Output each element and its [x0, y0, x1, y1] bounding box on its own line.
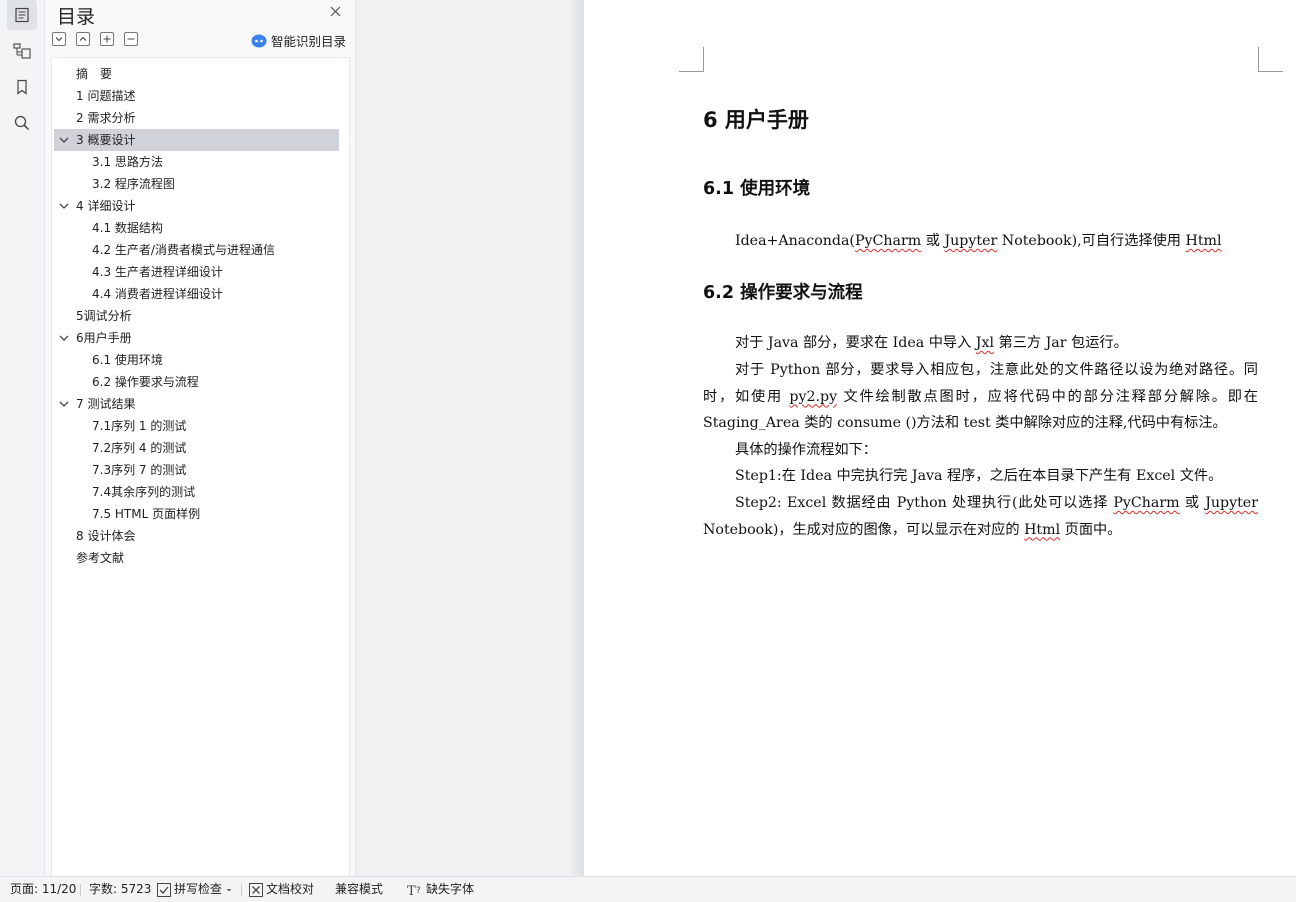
- toc-item-label: 摘 要: [76, 67, 113, 81]
- toc-item-label: 7.2序列 4 的测试: [92, 441, 187, 455]
- smart-toc-icon: [251, 34, 267, 47]
- toc-item-label: 7 测试结果: [76, 397, 136, 411]
- smart-toc-label: 智能识别目录: [270, 34, 346, 49]
- toc-item-label: 4.4 消费者进程详细设计: [92, 287, 223, 301]
- doc-proof-icon: [249, 882, 263, 897]
- toc-item-label: 7.5 HTML 页面样例: [92, 507, 201, 521]
- toc-item[interactable]: 参考文献: [54, 547, 339, 569]
- missing-font-icon: T?: [407, 884, 421, 897]
- chevron-down-icon[interactable]: [58, 332, 70, 344]
- demote-level-icon[interactable]: [124, 32, 138, 46]
- page-indicator[interactable]: 页面: 11/20: [10, 877, 76, 902]
- toc-item-label: 1 问题描述: [76, 89, 136, 103]
- heading-environment: 6.1 使用环境: [703, 179, 811, 199]
- toc-item-label: 4.1 数据结构: [92, 221, 163, 235]
- chapter-nav-icon[interactable]: [7, 36, 37, 66]
- toc-item[interactable]: 4.3 生产者进程详细设计: [54, 261, 339, 283]
- paragraph-python: 对于 Python 部分，要求导入相应包，注意此处的文件路径以设为绝对路径。同时…: [703, 362, 1258, 431]
- toc-item[interactable]: 8 设计体会: [54, 525, 339, 547]
- panel-title: 目录: [57, 6, 96, 28]
- chevron-down-icon[interactable]: [58, 398, 70, 410]
- toc-item[interactable]: 4.1 数据结构: [54, 217, 339, 239]
- expand-all-icon[interactable]: [52, 32, 66, 46]
- document-page[interactable]: 6 用户手册 6.1 使用环境 Idea+Anaconda(PyCharm 或 …: [584, 0, 1296, 876]
- document-gutter: [356, 0, 584, 876]
- toc-item-label: 7.1序列 1 的测试: [92, 419, 187, 433]
- toc-item[interactable]: 2 需求分析: [54, 107, 339, 129]
- search-icon[interactable]: [7, 108, 37, 138]
- toc-item[interactable]: 3.2 程序流程图: [54, 173, 339, 195]
- doc-proof-label: 文档校对: [266, 882, 315, 896]
- toc-item[interactable]: 7 测试结果: [54, 393, 339, 415]
- toc-item[interactable]: 1 问题描述: [54, 85, 339, 107]
- toc-item-label: 7.4其余序列的测试: [92, 485, 196, 499]
- chevron-down-icon: [226, 888, 232, 891]
- toc-item[interactable]: 7.5 HTML 页面样例: [54, 503, 339, 525]
- toc-item-label: 3.1 思路方法: [92, 155, 163, 169]
- paragraph-steps-intro: 具体的操作流程如下：: [735, 442, 877, 458]
- toc-item[interactable]: 7.2序列 4 的测试: [54, 437, 339, 459]
- svg-text:T: T: [407, 884, 416, 897]
- heading-user-manual: 6 用户手册: [703, 108, 809, 132]
- toc-list: 摘 要 1 问题描述 2 需求分析 3 概要设计 3.1 思路方法 3.2 程序流程图 4 …: [51, 57, 350, 877]
- toc-item[interactable]: 3.1 思路方法: [54, 151, 339, 173]
- toc-item[interactable]: 4.2 生产者/消费者模式与进程通信: [54, 239, 339, 261]
- toc-item[interactable]: 6.1 使用环境: [54, 349, 339, 371]
- paragraph-step1: Step1:在 Idea 中完执行完 Java 程序，之后在本目录下产生有 Ex…: [735, 468, 1223, 484]
- bookmark-icon[interactable]: [7, 72, 37, 102]
- paragraph-environment: Idea+Anaconda(PyCharm 或 Jupyter Notebook…: [735, 233, 1222, 249]
- outline-icon[interactable]: [7, 0, 37, 30]
- toc-item[interactable]: 4.4 消费者进程详细设计: [54, 283, 339, 305]
- toc-item-label: 3.2 程序流程图: [92, 177, 175, 191]
- margin-mark-top-left: [679, 47, 704, 72]
- smart-toc-button[interactable]: 智能识别目录: [251, 31, 346, 50]
- compat-mode[interactable]: 兼容模式: [335, 877, 383, 902]
- heading-operation: 6.2 操作要求与流程: [703, 283, 863, 303]
- page-shadow: [568, 0, 584, 876]
- collapse-all-icon[interactable]: [76, 32, 90, 46]
- toc-item-label: 参考文献: [76, 551, 125, 565]
- toc-item-label: 8 设计体会: [76, 529, 136, 543]
- margin-mark-top-right: [1258, 47, 1283, 72]
- close-icon[interactable]: [327, 3, 343, 19]
- left-rail: [0, 0, 45, 876]
- toc-item-label: 3 概要设计: [76, 133, 136, 147]
- toc-item-label: 5调试分析: [76, 309, 132, 323]
- spell-check-icon: [157, 882, 171, 897]
- toc-item-label: 7.3序列 7 的测试: [92, 463, 187, 477]
- chevron-down-icon[interactable]: [58, 200, 70, 212]
- outline-toolbar: [52, 32, 138, 46]
- promote-level-icon[interactable]: [100, 32, 114, 46]
- toc-item-label: 4.2 生产者/消费者模式与进程通信: [92, 243, 275, 257]
- toc-item[interactable]: 摘 要: [54, 63, 339, 85]
- toc-item-label: 6用户手册: [76, 331, 132, 345]
- paragraph-step2: Step2: Excel 数据经由 Python 处理执行(此处可以选择 PyC…: [703, 495, 1258, 538]
- toc-item[interactable]: 7.4其余序列的测试: [54, 481, 339, 503]
- spell-check-label: 拼写检查: [174, 882, 223, 896]
- toc-item-label: 4 详细设计: [76, 199, 136, 213]
- status-divider: [80, 884, 81, 896]
- toc-item[interactable]: 6.2 操作要求与流程: [54, 371, 339, 393]
- toc-item[interactable]: 6用户手册: [54, 327, 339, 349]
- paragraph-java: 对于 Java 部分，要求在 Idea 中导入 Jxl 第三方 Jar 包运行。: [735, 335, 1128, 351]
- chevron-down-icon[interactable]: [58, 134, 70, 146]
- missing-font-button[interactable]: T? 缺失字体: [407, 877, 474, 902]
- toc-item-label: 6.2 操作要求与流程: [92, 375, 199, 389]
- missing-font-label: 缺失字体: [426, 882, 475, 896]
- toc-item-label: 6.1 使用环境: [92, 353, 163, 367]
- toc-item[interactable]: 7.1序列 1 的测试: [54, 415, 339, 437]
- outline-panel: 目录 智能识别目录 摘 要 1 问题描述 2 需求分析 3 概要设计 3.1 思路方法 3…: [45, 0, 356, 877]
- word-count[interactable]: 字数: 5723: [89, 877, 151, 902]
- status-bar: 页面: 11/20 字数: 5723 拼写检查 文档校对 兼容模式 T? 缺失字…: [0, 876, 1296, 902]
- toc-item[interactable]: 3 概要设计: [54, 129, 339, 151]
- toc-item-label: 2 需求分析: [76, 111, 136, 125]
- toc-item[interactable]: 7.3序列 7 的测试: [54, 459, 339, 481]
- doc-proof-button[interactable]: 文档校对: [249, 877, 314, 902]
- svg-text:?: ?: [416, 886, 421, 896]
- status-divider: [241, 884, 242, 896]
- spell-check-button[interactable]: 拼写检查: [157, 877, 233, 902]
- toc-item-label: 4.3 生产者进程详细设计: [92, 265, 223, 279]
- toc-item[interactable]: 4 详细设计: [54, 195, 339, 217]
- toc-item[interactable]: 5调试分析: [54, 305, 339, 327]
